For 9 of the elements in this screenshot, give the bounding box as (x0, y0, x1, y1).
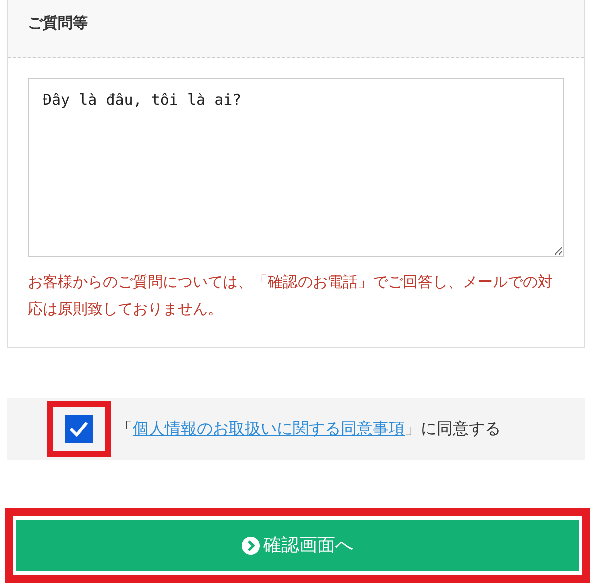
consent-link[interactable]: 個人情報のお取扱いに関する同意事項 (133, 419, 405, 438)
chevron-circle-icon (242, 536, 260, 554)
consent-text: 「個人情報のお取扱いに関する同意事項」に同意する (117, 418, 501, 440)
confirm-button[interactable]: 確認画面へ (16, 520, 579, 571)
message-field[interactable]: Đây là đâu, tôi là ai? (28, 78, 564, 257)
section-heading: ご質問等 (28, 13, 89, 34)
consent-checkbox[interactable] (65, 415, 93, 443)
check-icon (69, 421, 89, 437)
notice-text: お客様からのご質問については、「確認のお電話」でご回答し、メールでの対応は原則致しておりません。 (28, 273, 554, 320)
